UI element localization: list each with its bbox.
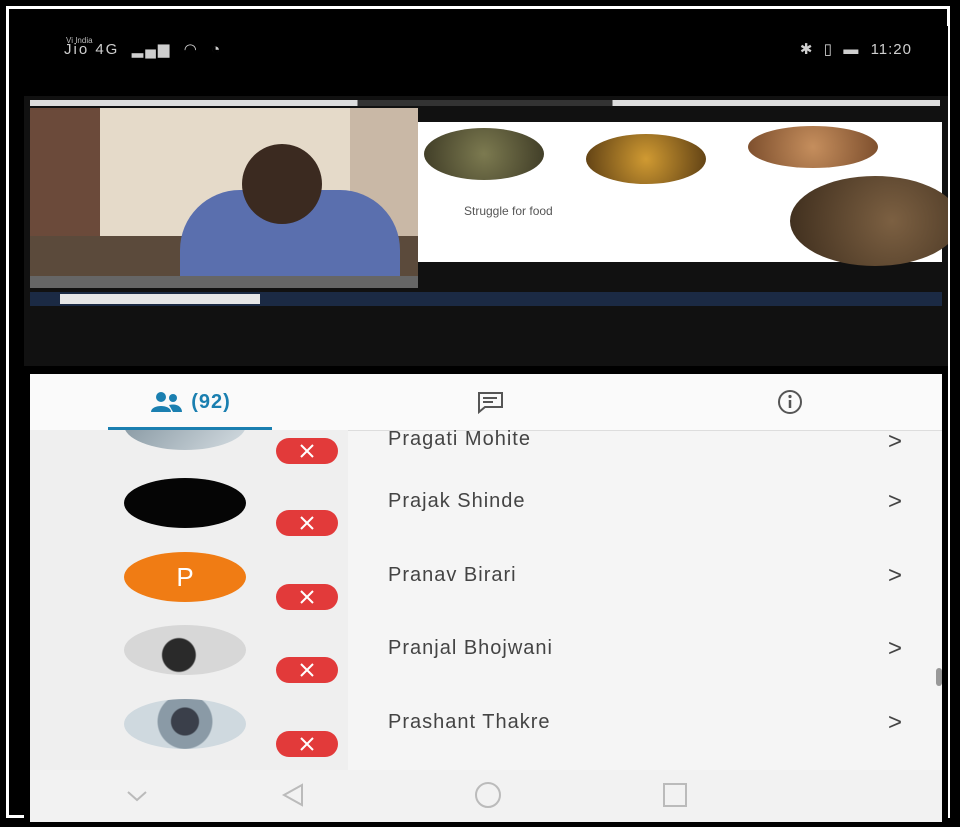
mic-off-icon [300, 663, 314, 677]
slide-image-3 [748, 126, 878, 168]
participant-name: Prajak Shinde [388, 490, 526, 512]
slide-caption: Struggle for food [464, 204, 553, 218]
presenter-head [242, 144, 322, 224]
recents-icon[interactable] [658, 780, 692, 810]
participant-name: Pragati Mohite [388, 430, 531, 450]
bluetooth-icon: ✱ [799, 41, 814, 58]
alarm-icon: ◔ [205, 41, 223, 58]
participant-name: Pranjal Bhojwani [388, 637, 553, 659]
presenter-strip [30, 276, 418, 288]
tab-participants[interactable]: (92) [100, 374, 280, 430]
participant-row[interactable]: Prashant Thakre > [30, 691, 942, 764]
slide-image-4 [790, 176, 948, 266]
mic-muted-badge [276, 731, 338, 757]
avatar-initial: P [176, 561, 194, 592]
chevron-right-icon[interactable]: > [888, 635, 902, 663]
chevron-right-icon[interactable]: > [888, 562, 902, 590]
taskbar-search-box [60, 294, 260, 304]
participant-row[interactable]: Pragati Mohite > [30, 430, 942, 465]
tab-info[interactable] [750, 374, 830, 430]
participant-row[interactable]: Prajak Shinde > [30, 470, 942, 543]
back-icon[interactable] [276, 780, 310, 810]
scrollbar-thumb[interactable] [936, 668, 942, 686]
carrier-label: Jio 4G [64, 41, 120, 58]
avatar [124, 625, 246, 675]
chat-icon [478, 392, 503, 414]
chevron-right-icon[interactable]: > [888, 709, 902, 737]
chevron-right-icon[interactable]: > [888, 430, 902, 456]
participants-count: (92) [191, 390, 231, 413]
status-time: 11:20 [870, 41, 912, 58]
battery-icon: ▬ [838, 41, 860, 58]
mic-muted-badge [276, 657, 338, 683]
wifi-icon: ◠ [177, 41, 199, 58]
status-left: Jio 4G ▂▄▆ ◠ ◔ [64, 40, 222, 58]
avatar: P [124, 552, 246, 602]
participant-row[interactable]: P Pranav Birari > [30, 544, 942, 617]
presenter-video [30, 108, 418, 276]
status-right: ✱ ▯ ▬ 11:20 [800, 40, 912, 58]
info-icon [778, 390, 802, 414]
mic-off-icon [300, 590, 314, 604]
participant-row[interactable]: Pranjal Bhojwani > [30, 617, 942, 690]
mic-muted-badge [276, 510, 338, 536]
meeting-panel: (92) Pragati Mohite > Prajak Shinde > P … [30, 374, 942, 822]
mic-off-icon [300, 737, 314, 751]
tab-chat[interactable] [450, 374, 530, 430]
home-icon[interactable] [468, 780, 508, 810]
mic-off-icon [300, 444, 314, 458]
participant-name: Prashant Thakre [388, 711, 551, 733]
participant-list[interactable]: Pragati Mohite > Prajak Shinde > P Prana… [30, 430, 942, 770]
android-nav-bar [30, 770, 942, 822]
chevron-right-icon[interactable]: > [888, 488, 902, 516]
avatar [124, 478, 246, 528]
signal-icon: ▂▄▆ [125, 41, 172, 58]
mic-muted-badge [276, 584, 338, 610]
collapse-icon[interactable] [120, 780, 154, 810]
participant-name: Pranav Birari [388, 564, 517, 586]
phone-screen: Vi India Jio 4G ▂▄▆ ◠ ◔ ✱ ▯ ▬ 11:20 Stru… [24, 26, 948, 822]
tab-bar: (92) [30, 374, 942, 431]
windows-taskbar [30, 292, 942, 306]
mic-muted-badge [276, 438, 338, 464]
people-icon [151, 392, 183, 412]
presentation-slide: Struggle for food [418, 122, 948, 266]
vibrate-icon: ▯ [818, 41, 834, 58]
shared-video[interactable]: Struggle for food [24, 96, 948, 366]
status-bar: Vi India Jio 4G ▂▄▆ ◠ ◔ ✱ ▯ ▬ 11:20 [24, 26, 948, 76]
video-top-bar [30, 100, 940, 106]
mic-off-icon [300, 516, 314, 530]
avatar [124, 699, 246, 749]
avatar [124, 430, 246, 450]
slide-image-2 [586, 134, 706, 184]
slide-image-1 [424, 128, 544, 180]
